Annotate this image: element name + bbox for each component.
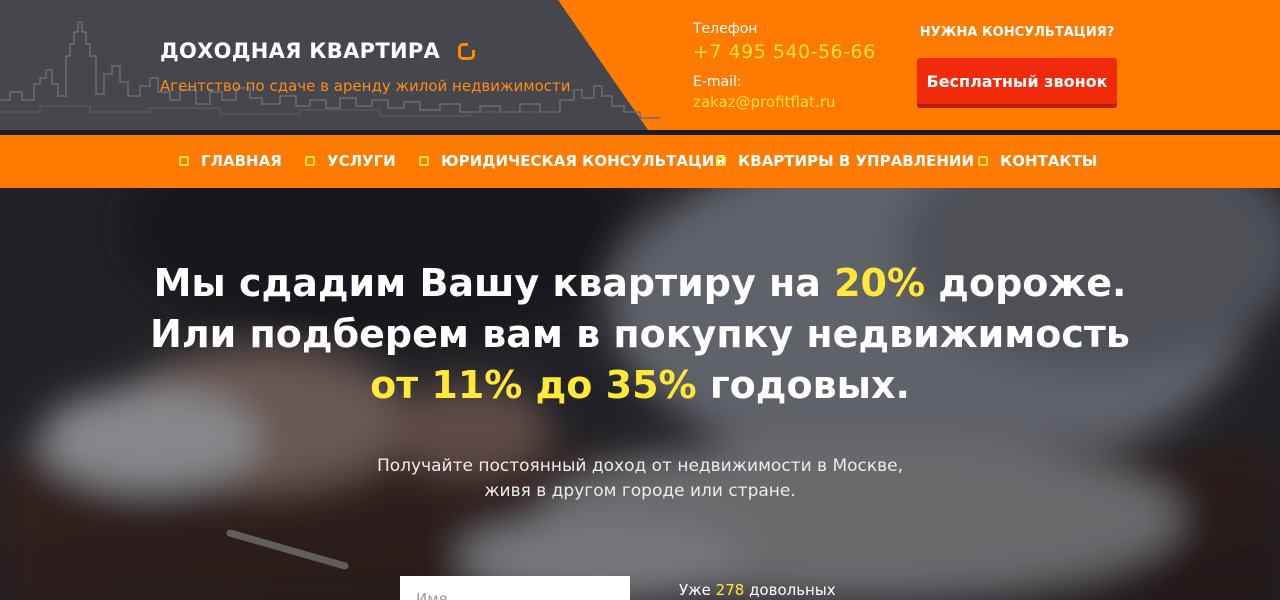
clients-prefix: Уже <box>679 581 716 599</box>
nav-item-label: ГЛАВНАЯ <box>201 152 282 170</box>
square-bullet-icon <box>179 156 189 166</box>
clients-suffix: довольных <box>744 581 836 599</box>
brand-subtitle: Агентство по сдаче в аренду жилой недвиж… <box>160 77 571 95</box>
headline-text: годовых. <box>696 363 910 407</box>
phone-label: Телефон <box>693 21 758 37</box>
headline-highlight: 20% <box>834 261 926 305</box>
nav-item-contacts[interactable]: КОНТАКТЫ <box>978 152 1097 170</box>
nav-item-legal[interactable]: ЮРИДИЧЕСКАЯ КОНСУЛЬТАЦИЯ <box>419 152 726 170</box>
nav-item-label: ЮРИДИЧЕСКАЯ КОНСУЛЬТАЦИЯ <box>441 152 726 170</box>
nav-item-label: КОНТАКТЫ <box>1000 152 1098 170</box>
nav-item-home[interactable]: ГЛАВНАЯ <box>179 152 282 170</box>
hero-headline: Мы сдадим Вашу квартиру на 20% дороже. И… <box>0 258 1280 411</box>
happy-clients-counter: Уже 278 довольных <box>679 581 836 599</box>
consult-label: НУЖНА КОНСУЛЬТАЦИЯ? <box>919 25 1115 40</box>
phone-link[interactable]: +7 495 540-56-66 <box>693 41 876 63</box>
main-nav: ГЛАВНАЯ УСЛУГИ ЮРИДИЧЕСКАЯ КОНСУЛЬТАЦИЯ … <box>0 135 1280 188</box>
brand-logo-icon <box>458 42 476 60</box>
nav-item-label: КВАРТИРЫ В УПРАВЛЕНИИ <box>738 152 975 170</box>
square-bullet-icon <box>419 156 429 166</box>
nav-item-managed-apartments[interactable]: КВАРТИРЫ В УПРАВЛЕНИИ <box>716 152 974 170</box>
hero-section: Мы сдадим Вашу квартиру на 20% дороже. И… <box>0 188 1280 600</box>
nav-item-services[interactable]: УСЛУГИ <box>305 152 396 170</box>
brand-title[interactable]: ДОХОДНАЯ КВАРТИРА <box>160 39 440 63</box>
headline-text: Мы сдадим Вашу квартиру на <box>153 261 835 305</box>
clients-count: 278 <box>715 581 745 599</box>
headline-highlight: от 11% до 35% <box>370 363 697 407</box>
email-label: E-mail: <box>693 74 742 90</box>
square-bullet-icon <box>716 156 726 166</box>
subtext-line: Получайте постоянный доход от недвижимос… <box>376 456 904 476</box>
free-call-button[interactable]: Бесплатный звонок <box>917 58 1117 104</box>
square-bullet-icon <box>305 156 315 166</box>
headline-text: дороже. <box>925 261 1127 305</box>
headline-text: Или подберем вам в покупку недвижимость <box>150 312 1130 356</box>
nav-item-label: УСЛУГИ <box>327 152 396 170</box>
subtext-line: живя в другом городе или стране. <box>484 481 796 501</box>
hero-subtext: Получайте постоянный доход от недвижимос… <box>0 454 1280 504</box>
name-field[interactable] <box>400 576 630 600</box>
square-bullet-icon <box>978 156 988 166</box>
email-link[interactable]: zakaz@profitflat.ru <box>693 93 835 111</box>
site-header: ДОХОДНАЯ КВАРТИРА Агентство по сдаче в а… <box>0 0 1280 130</box>
city-skyline-graphic <box>0 21 660 119</box>
